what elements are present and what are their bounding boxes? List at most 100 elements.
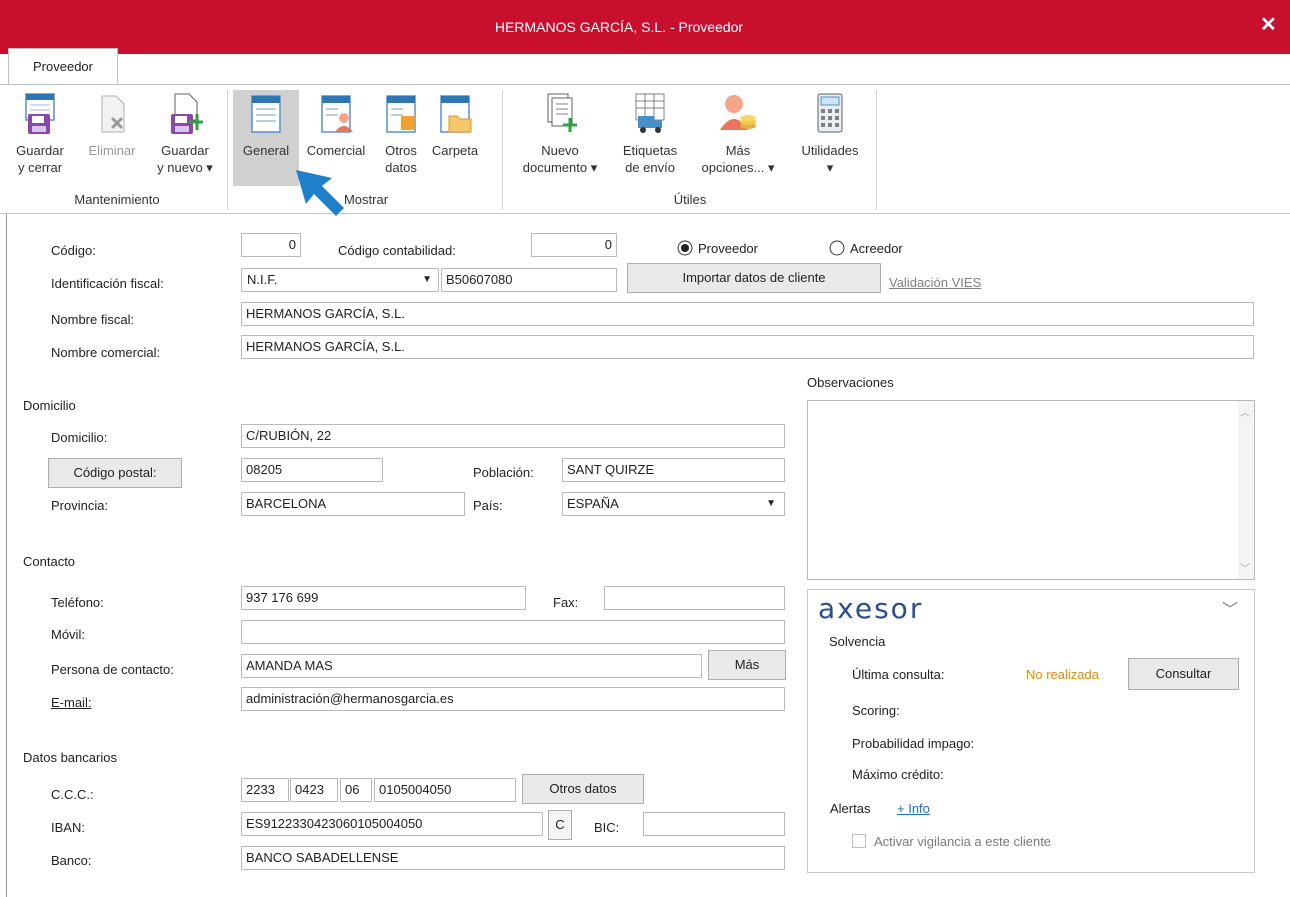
mas-button[interactable]: Más [708,650,786,680]
solvencia-label: Solvencia [829,634,886,649]
telefono-input[interactable]: 937 176 699 [241,586,526,610]
fax-label: Fax: [553,595,579,610]
utilidades-label-1: Utilidades [801,143,859,158]
general-button[interactable]: General [236,92,296,159]
provincia-input[interactable]: BARCELONA [241,492,465,516]
comercial-label: Comercial [306,143,366,158]
poblacion-input[interactable]: SANT QUIRZE [562,458,785,482]
ribbon-separator [876,90,877,210]
window-title: HERMANOS GARCÍA, S.L. - Proveedor [494,19,744,35]
telefono-label: Teléfono: [51,595,104,610]
scoring-label: Scoring: [852,703,900,718]
nif-input[interactable]: B50607080 [441,268,617,292]
validacion-vies-link[interactable]: Validación VIES [889,275,981,290]
codigo-postal-button[interactable]: Código postal: [48,458,182,488]
iban-calc-button[interactable]: C [548,810,572,840]
nombre-fiscal-input[interactable]: HERMANOS GARCÍA, S.L. [241,302,1254,326]
observaciones-label: Observaciones [807,375,894,390]
bic-label: BIC: [594,820,620,835]
codigo-contabilidad-input[interactable]: 0 [531,233,617,257]
axesor-logo: axesor [818,592,924,625]
ribbon-separator [227,90,228,210]
nuevo-documento-label-2: documento ▾ [522,160,598,175]
nombre-fiscal-label: Nombre fiscal: [51,312,135,327]
ccc-dc-input[interactable]: 06 [340,778,372,802]
nuevo-documento-label-1: Nuevo [541,143,579,158]
save-close-icon [25,93,55,134]
radio-proveedor[interactable] [677,240,693,256]
vigilancia-label: Activar vigilancia a este cliente [874,834,1052,849]
contacto-section-title: Contacto [23,554,76,569]
group-utiles: Útiles [673,192,707,207]
save-close-label-2: y cerrar [17,160,63,175]
delete-button[interactable]: Eliminar [80,92,144,159]
ccc-entidad-input[interactable]: 2233 [241,778,289,802]
domicilio-input[interactable]: C/RUBIÓN, 22 [241,424,785,448]
mas-opciones-button[interactable]: Más opciones... ▾ [690,92,786,176]
iban-input[interactable]: ES9122330423060105004050 [241,812,543,836]
ultima-consulta-label: Última consulta: [852,667,945,682]
importar-datos-button[interactable]: Importar datos de cliente [627,263,881,293]
nombre-comercial-label: Nombre comercial: [51,345,161,360]
delete-icon [101,95,125,133]
banco-input[interactable]: BANCO SABADELLENSE [241,846,785,870]
general-icon [251,95,281,133]
etiquetas-envio-button[interactable]: Etiquetas de envío [612,92,688,176]
email-label[interactable]: E-mail: [51,695,91,710]
shipping-labels-icon [635,93,665,133]
observaciones-scrollbar[interactable] [1238,401,1254,579]
otros-datos-button[interactable]: Otros datos [378,92,424,176]
group-mantenimiento: Mantenimiento [74,192,160,207]
carpeta-button[interactable]: Carpeta [428,92,482,159]
email-input[interactable]: administración@hermanosgarcia.es [241,687,785,711]
codigo-input[interactable]: 0 [241,233,301,257]
pais-select[interactable]: ESPAÑA ▼ [562,492,785,516]
domicilio-section-title: Domicilio [23,398,76,413]
general-label: General [242,143,290,158]
carpeta-label: Carpeta [431,143,479,158]
datos-bancarios-section-title: Datos bancarios [23,750,117,765]
save-and-new-button[interactable]: Guardar y nuevo ▾ [150,92,220,176]
codigo-postal-input[interactable]: 08205 [241,458,383,482]
vigilancia-checkbox[interactable] [852,834,866,848]
nuevo-documento-button[interactable]: Nuevo documento ▾ [510,92,610,176]
chevron-down-icon[interactable]: ﹀ [1222,596,1238,620]
tipo-identificacion-select[interactable]: N.I.F. ▼ [241,268,439,292]
window-border [6,214,7,897]
calculator-icon [817,93,843,133]
otros-datos-bancarios-button[interactable]: Otros datos [522,774,644,804]
banco-label: Banco: [51,853,92,868]
no-realizada-status: No realizada [1026,667,1099,682]
comercial-button[interactable]: Comercial [301,92,371,159]
fax-input[interactable] [604,586,785,610]
codigo-label: Código: [51,243,96,258]
movil-label: Móvil: [51,627,85,642]
cursor-arrow-icon [296,170,344,216]
scroll-up-icon[interactable]: ︿ [1240,404,1250,419]
etiquetas-label-1: Etiquetas [622,143,678,158]
movil-input[interactable] [241,620,785,644]
utilidades-button[interactable]: Utilidades ▾ [790,92,870,176]
observaciones-textarea[interactable] [807,400,1255,580]
otros-datos-label-1: Otros [385,143,417,158]
delete-label: Eliminar [88,143,136,158]
save-and-close-button[interactable]: Guardar y cerrar [14,92,66,176]
nombre-comercial-input[interactable]: HERMANOS GARCÍA, S.L. [241,335,1254,359]
persona-contacto-input[interactable]: AMANDA MAS [241,654,702,678]
close-icon[interactable]: ✕ [1260,12,1277,37]
tipo-identificacion-value: N.I.F. [247,272,278,287]
folder-icon [440,95,472,133]
radio-acreedor[interactable] [829,240,845,256]
provincia-label: Provincia: [51,498,109,513]
radio-proveedor-label: Proveedor [698,241,758,256]
ccc-cuenta-input[interactable]: 0105004050 [374,778,516,802]
ccc-oficina-input[interactable]: 0423 [290,778,338,802]
consultar-button[interactable]: Consultar [1128,658,1239,690]
poblacion-label: Población: [473,465,534,480]
tab-proveedor[interactable]: Proveedor [8,48,118,84]
scroll-down-icon[interactable]: ﹀ [1240,560,1250,575]
bic-input[interactable] [643,812,785,836]
persona-contacto-label: Persona de contacto: [51,662,174,677]
info-link[interactable]: + Info [897,801,930,816]
axesor-panel [807,589,1255,873]
